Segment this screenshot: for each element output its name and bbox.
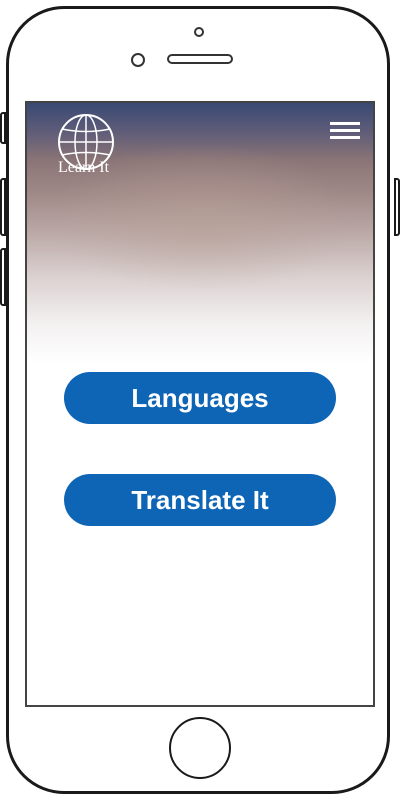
logo-text: Learn It — [58, 159, 110, 176]
front-camera — [131, 53, 145, 67]
hamburger-menu-icon[interactable] — [330, 122, 360, 140]
languages-button[interactable]: Languages — [64, 372, 336, 424]
app-logo[interactable]: Learn It — [52, 114, 122, 180]
proximity-sensor — [194, 27, 204, 37]
menu-line — [330, 122, 360, 125]
app-screen: Learn It Languages Translate It — [25, 101, 375, 707]
home-button[interactable] — [169, 717, 231, 779]
page: Learn It Languages Translate It — [0, 0, 400, 800]
power-button — [394, 178, 400, 236]
earpiece-speaker — [167, 54, 233, 64]
menu-line — [330, 129, 360, 132]
translate-it-button[interactable]: Translate It — [64, 474, 336, 526]
menu-line — [330, 136, 360, 139]
